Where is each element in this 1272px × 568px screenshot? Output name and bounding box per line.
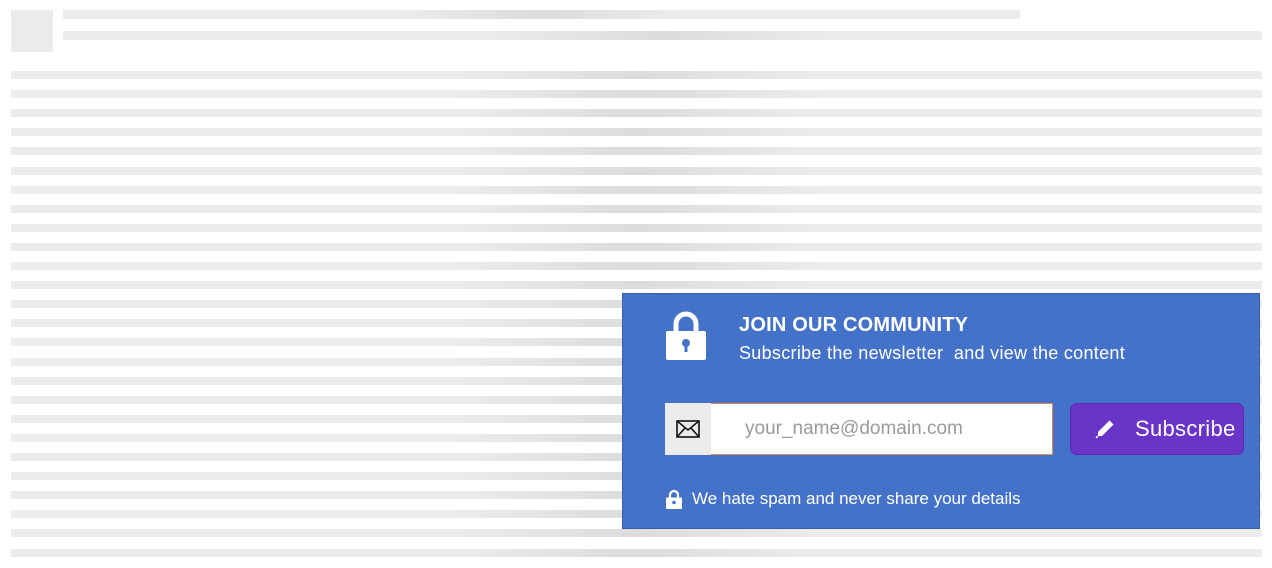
- placeholder-line: [11, 529, 1262, 538]
- placeholder-line: [11, 242, 1262, 251]
- title-placeholder: [63, 10, 1020, 19]
- placeholder-line: [11, 166, 1262, 175]
- privacy-note: We hate spam and never share your detail…: [666, 489, 1021, 509]
- subscribe-button[interactable]: Subscribe: [1070, 403, 1244, 455]
- lock-icon: [666, 489, 682, 509]
- avatar-placeholder: [11, 10, 53, 52]
- placeholder-line: [11, 147, 1262, 156]
- email-field-group: [665, 403, 1053, 455]
- placeholder-line: [11, 223, 1262, 232]
- placeholder-line: [11, 548, 1262, 557]
- placeholder-line: [11, 90, 1262, 99]
- placeholder-line: [11, 262, 1262, 270]
- placeholder-line: [11, 281, 1262, 290]
- newsletter-panel: JOIN OUR COMMUNITY Subscribe the newslet…: [622, 293, 1260, 529]
- email-icon-box: [665, 403, 711, 455]
- placeholder-line: [11, 128, 1262, 137]
- placeholder-line: [11, 71, 1262, 79]
- placeholder-line: [11, 185, 1262, 194]
- placeholder-line: [11, 204, 1262, 213]
- lock-icon: [666, 311, 706, 360]
- subscribe-button-label: Subscribe: [1135, 416, 1236, 441]
- subtitle-placeholder: [63, 31, 1262, 40]
- email-input[interactable]: [711, 403, 1053, 455]
- placeholder-line: [11, 109, 1262, 118]
- privacy-note-text: We hate spam and never share your detail…: [692, 489, 1021, 508]
- envelope-icon: [676, 420, 700, 438]
- newsletter-heading: JOIN OUR COMMUNITY: [739, 314, 969, 336]
- pencil-icon: [1095, 420, 1114, 439]
- newsletter-subheading: Subscribe the newsletter and view the co…: [739, 343, 1126, 363]
